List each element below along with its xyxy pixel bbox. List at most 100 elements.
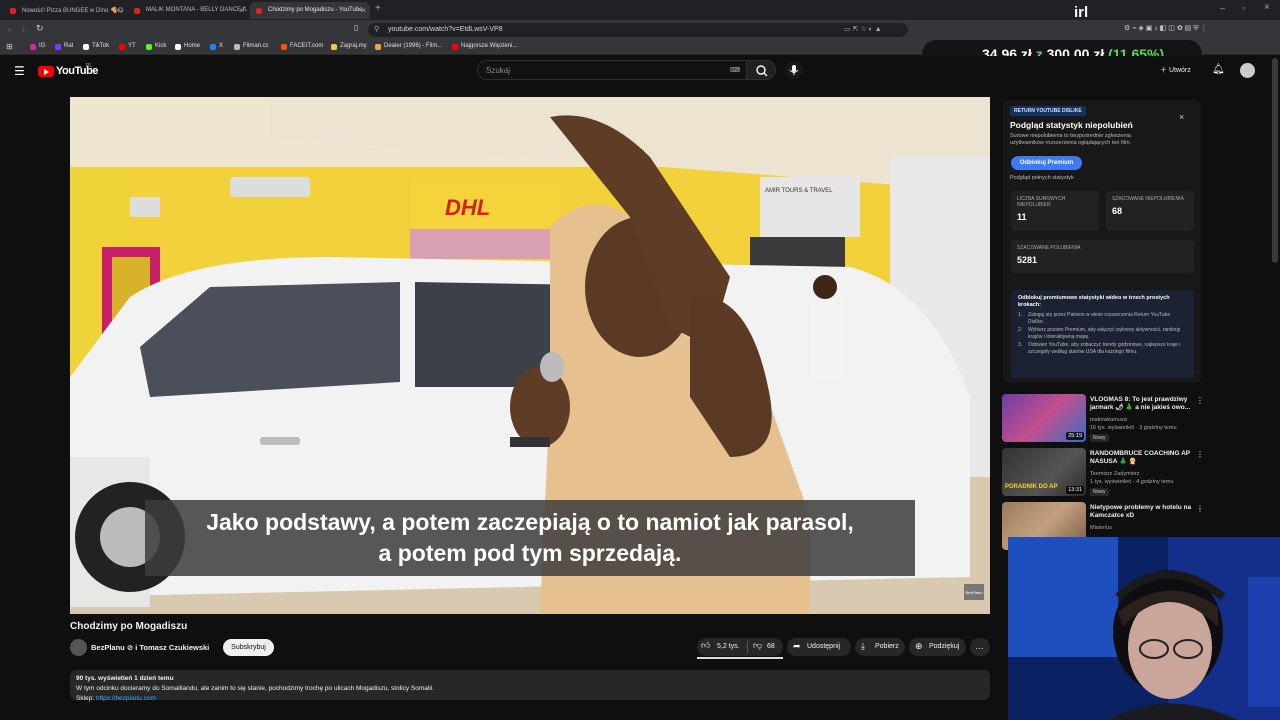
description-link[interactable]: https://bezplanu.com	[96, 695, 156, 702]
more-options-icon[interactable]: ⋮	[1196, 450, 1204, 459]
bookmark-wiezienia[interactable]: Najgorsze Więzieni...	[452, 43, 517, 50]
create-button[interactable]: ＋ Utwórz	[1160, 65, 1191, 75]
unlock-premium-button[interactable]: Odblokuj Premium	[1011, 156, 1082, 170]
close-tab-icon[interactable]: ×	[361, 6, 366, 15]
video-meta: 16 tys. wyświetleń · 3 godziny temu	[1090, 425, 1177, 431]
recommended-video[interactable]: PORADNIK DO AP 13:31 RANDOMBRUCE COACHIN…	[1002, 448, 1204, 498]
minimize-icon[interactable]: –	[1220, 3, 1225, 13]
full-stats-link[interactable]: Podgląd pełnych statystyk	[1010, 175, 1074, 181]
dhl-sign: DHL	[445, 195, 490, 220]
search-input[interactable]: Szukaj	[477, 60, 747, 80]
close-icon[interactable]: ×	[1179, 112, 1184, 122]
close-window-icon[interactable]: ×	[1264, 2, 1270, 13]
stat-label: LICZBA SUROWYCH NIEPOLUBIEŃ	[1017, 196, 1066, 208]
notifications-bell-icon[interactable]: 🔔︎	[1212, 64, 1225, 75]
bookmark-home[interactable]: Home	[175, 43, 200, 50]
channel-avatar[interactable]	[70, 639, 87, 656]
download-button[interactable]: ⤓ Pobierz	[855, 638, 905, 656]
bookmark-ig[interactable]: IG	[30, 43, 45, 50]
browser-tab-2[interactable]: MALIK MONTANA - BELLY DANCE ft. ×	[128, 2, 248, 19]
channel-watermark[interactable]: BezPlanu	[964, 584, 984, 600]
bookmark-icon[interactable]: ▯	[354, 23, 358, 32]
keyboard-icon[interactable]: ⌨	[730, 66, 740, 74]
steps-heading: Odblokuj premiumowe statystyki wideo w t…	[1018, 295, 1170, 308]
video-duration: 13:31	[1066, 486, 1084, 494]
video-thumbnail[interactable]: PORADNIK DO AP 13:31	[1002, 448, 1086, 496]
new-badge: Nowy	[1090, 488, 1109, 496]
film-icon	[375, 44, 381, 50]
rat-icon	[55, 44, 61, 50]
reload-icon[interactable]: ↻	[36, 23, 44, 34]
step-3: 3. Odśwież YouTube, aby zobaczyć trendy g…	[1018, 342, 1181, 355]
share-button[interactable]: ➦ Udostępnij	[787, 638, 851, 656]
like-count[interactable]: 5,2 tys.	[717, 643, 740, 650]
dislike-icon[interactable]: 👎︎	[753, 640, 762, 651]
kick-icon	[146, 44, 152, 50]
browser-tab-1[interactable]: Nowość! Pizza BUNGEE w Dino 🍕😋 ×	[4, 2, 124, 19]
apps-grid-icon[interactable]: ⊞	[6, 42, 13, 51]
bookmark-filman[interactable]: Filman.cc	[234, 43, 269, 50]
bookmark-yt[interactable]: YT	[119, 43, 136, 50]
caption-line-2: a potem pod tym sprzedają.	[378, 540, 682, 566]
subscribe-button[interactable]: Subskrybuj	[223, 639, 274, 656]
video-title: VLOGMAS 8: To jest prawdziwy jarmark 🌶 🎄…	[1090, 396, 1191, 411]
close-tab-icon[interactable]: ×	[239, 6, 244, 15]
youtube-favicon-icon	[134, 8, 140, 14]
dislike-count[interactable]: 68	[767, 643, 775, 650]
bookmark-tiktok[interactable]: TikTok	[83, 43, 109, 50]
channel-name[interactable]: BezPlanu ⊘ i Tomasz Czukiewski	[91, 643, 209, 652]
address-bar[interactable]: ⚲ youtube.com/watch?v=EtdLwsV-VP8 ▭ ⇱ ☆ …	[368, 23, 908, 37]
zagraj-icon	[331, 44, 337, 50]
forward-icon[interactable]: ›	[22, 24, 25, 34]
menu-icon[interactable]: ☰	[14, 64, 25, 78]
stat-value: 68	[1112, 206, 1123, 216]
raw-dislikes-stat: LICZBA SUROWYCH NIEPOLUBIEŃ 11	[1011, 191, 1099, 231]
video-thumbnail[interactable]: 25:19	[1002, 394, 1086, 442]
video-channel: Teemiorz Zadymiorz	[1090, 471, 1140, 477]
search-button[interactable]	[746, 60, 776, 80]
tab-label: Nowość! Pizza BUNGEE w Dino 🍕😋	[22, 8, 124, 14]
video-channel: makowkamusic	[1090, 417, 1128, 423]
thanks-icon: ⊕	[915, 641, 923, 651]
voice-search-button[interactable]	[785, 61, 803, 79]
bookmark-zagraj[interactable]: Zagraj.my	[331, 43, 367, 50]
bookmark-rat[interactable]: Rat	[55, 43, 73, 50]
bookmark-x[interactable]: X	[210, 43, 223, 50]
thanks-button[interactable]: ⊕ Podziękuj	[909, 638, 966, 656]
youtube-logo-icon[interactable]	[38, 66, 54, 77]
tab-label: MALIK MONTANA - BELLY DANCE ft.	[146, 7, 248, 13]
new-tab-button[interactable]: +	[375, 3, 381, 14]
stat-value: 5281	[1017, 255, 1038, 265]
views-date: 90 tys. wyświetleń 1 dzień temu	[76, 675, 174, 682]
step-2: 2. Wybierz poziom Premium, aby włączyć wy…	[1018, 327, 1181, 340]
maximize-icon[interactable]: ▫	[1242, 3, 1245, 13]
more-actions-button[interactable]: …	[970, 638, 990, 656]
addressbar-actions-icon[interactable]: ▭ ⇱ ☆ ◐ ▲	[844, 25, 882, 33]
recommended-video[interactable]: 25:19 VLOGMAS 8: To jest prawdziwy jarma…	[1002, 394, 1204, 444]
description-box[interactable]: 90 tys. wyświetleń 1 dzień temu W tym od…	[70, 670, 990, 702]
back-icon[interactable]: ‹	[8, 24, 11, 34]
bookmark-faceit[interactable]: FACEIT.com	[281, 43, 323, 50]
avatar[interactable]	[1240, 63, 1255, 78]
extensions-icon[interactable]: ⚙ ⌁ ◈ ▣ ♪ ◧ ◫ ✿ ▤ ⛨ ⋮	[1124, 24, 1207, 33]
bookmark-dealer[interactable]: Dealer (1996) - Film...	[375, 43, 442, 50]
more-options-icon[interactable]: ⋮	[1196, 396, 1204, 405]
like-icon[interactable]: 👍︎	[701, 640, 710, 651]
video-title: Chodzimy po Mogadiszu	[70, 621, 188, 632]
faceit-icon	[281, 44, 287, 50]
site-info-icon[interactable]: ⚲	[374, 25, 379, 33]
close-tab-icon[interactable]: ×	[115, 6, 120, 15]
new-badge: Nowy	[1090, 434, 1109, 442]
estimated-dislikes-stat: SZACOWANE NIEPOLUBIENIA 68	[1106, 191, 1194, 231]
like-dislike-group: 👍︎ 5,2 tys. 👎︎ 68	[697, 638, 783, 656]
premium-steps-box: Odblokuj premiumowe statystyki wideo w t…	[1011, 290, 1194, 378]
webcam-scene	[1008, 537, 1280, 720]
browser-tab-3[interactable]: Chodzimy po Mogadiszu - YouTube ×	[250, 2, 370, 19]
bookmark-kick[interactable]: Kick	[146, 43, 166, 50]
search-icon	[756, 65, 768, 77]
kalendarz-icon	[210, 44, 216, 50]
more-options-icon[interactable]: ⋮	[1196, 504, 1204, 513]
page-scrollbar[interactable]	[1272, 58, 1278, 263]
stat-value: 11	[1017, 212, 1027, 222]
download-icon: ⤓	[861, 641, 865, 651]
